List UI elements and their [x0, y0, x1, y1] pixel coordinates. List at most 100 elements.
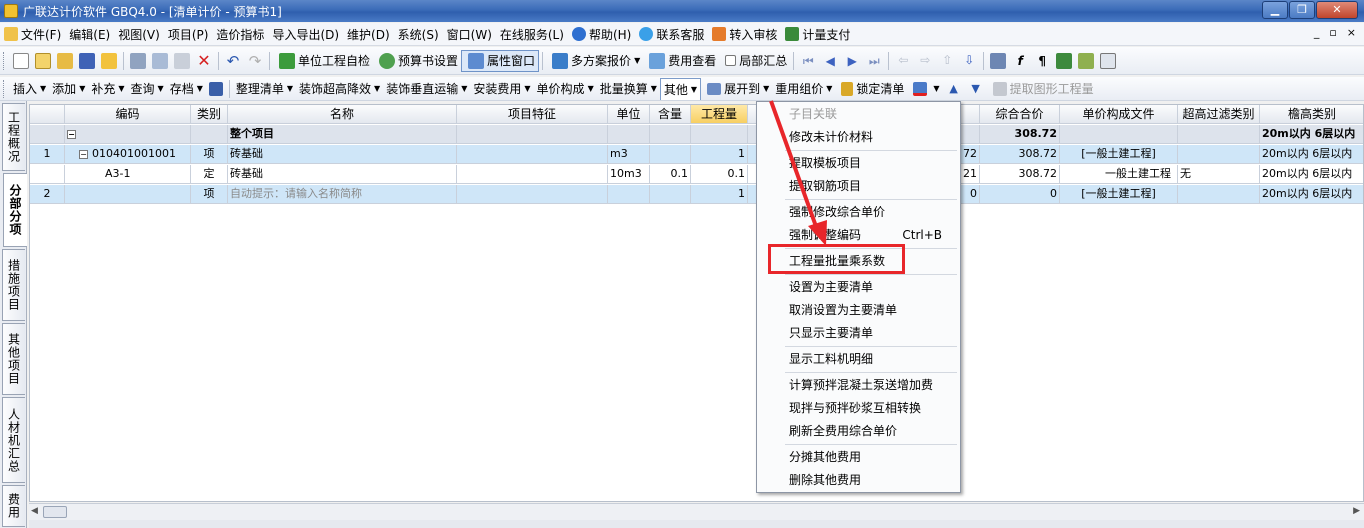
header-type[interactable]: 类别	[191, 105, 228, 124]
menu-item-extract-template[interactable]: 提取模板项目	[757, 152, 960, 175]
menu-system[interactable]: 系统(S)	[394, 24, 443, 45]
arrow-down-icon[interactable]: ▼	[968, 81, 984, 97]
unit-cell[interactable]	[608, 125, 650, 144]
unit-file-cell[interactable]	[1060, 125, 1178, 144]
menu-item-sub-link[interactable]: 子目关联	[757, 103, 960, 126]
unit-file-cell[interactable]: [一般土建工程]	[1060, 145, 1178, 164]
menu-audit[interactable]: 转入审核	[708, 24, 781, 45]
menu-project[interactable]: 项目(P)	[164, 24, 213, 45]
name-cell[interactable]: 砖基础	[228, 145, 457, 164]
header-unit[interactable]: 单位	[608, 105, 650, 124]
paint-button[interactable]: ▼	[907, 78, 942, 100]
filter-cell[interactable]: 无	[1178, 165, 1260, 184]
move-left-icon[interactable]: ⇦	[895, 53, 911, 69]
header-feature[interactable]: 项目特征	[457, 105, 608, 124]
unit-price-button[interactable]: 单价构成 ▼	[534, 78, 597, 100]
feature-cell[interactable]	[457, 145, 608, 164]
toolbar-grip[interactable]	[3, 79, 6, 98]
eave-cell[interactable]: 20m以内 6层以内	[1260, 145, 1363, 164]
first-icon[interactable]: ⏮	[800, 53, 816, 69]
last-icon[interactable]: ⏭	[866, 53, 882, 69]
menu-view[interactable]: 视图(V)	[114, 24, 164, 45]
budget-settings-button[interactable]: 预算书设置	[373, 50, 461, 72]
menu-item-set-main[interactable]: 设置为主要清单	[757, 276, 960, 299]
menu-item-refresh-full-price[interactable]: 刷新全费用综合单价	[757, 420, 960, 443]
mdi-restore-button[interactable]: ▫	[1329, 26, 1336, 39]
unit-cell[interactable]: m3	[608, 145, 650, 164]
tab-measures[interactable]: 措施项目	[2, 249, 25, 321]
formula-icon[interactable]: f	[1012, 53, 1028, 69]
header-unit-file[interactable]: 单价构成文件	[1060, 105, 1178, 124]
restore-button[interactable]: ❐	[1289, 1, 1315, 19]
content-cell[interactable]: 0.1	[650, 165, 691, 184]
menu-item-delete-other[interactable]: 删除其他费用	[757, 469, 960, 492]
filter-cell[interactable]	[1178, 185, 1260, 204]
menu-edit[interactable]: 编辑(E)	[65, 24, 114, 45]
menu-item-unset-main[interactable]: 取消设置为主要清单	[757, 299, 960, 322]
close-button[interactable]: ✕	[1316, 1, 1358, 19]
menu-import-export[interactable]: 导入导出(D)	[268, 24, 343, 45]
database-icon[interactable]	[1056, 52, 1073, 69]
menu-window[interactable]: 窗口(W)	[443, 24, 496, 45]
eave-cell[interactable]: 20m以内 6层以内	[1260, 165, 1363, 184]
paragraph-icon[interactable]: ¶	[1034, 53, 1050, 69]
minimize-button[interactable]: ▁	[1262, 1, 1288, 19]
tab-overview[interactable]: 工程概况	[2, 103, 25, 171]
mdi-minimize-button[interactable]: _	[1314, 26, 1320, 39]
quantity-cell[interactable]	[691, 125, 748, 144]
report-icon[interactable]	[1100, 52, 1117, 69]
menu-payment[interactable]: 计量支付	[781, 24, 854, 45]
deco-vertical-button[interactable]: 装饰垂直运输 ▼	[383, 78, 470, 100]
eave-cell[interactable]: 20m以内 6层以内	[1260, 185, 1363, 204]
header-code[interactable]: 编码	[65, 105, 191, 124]
unit-cell[interactable]: 10m3	[608, 165, 650, 184]
name-cell[interactable]: 整个项目	[228, 125, 457, 144]
move-up-icon[interactable]: ⇧	[939, 53, 955, 69]
query-button[interactable]: 查询 ▼	[128, 78, 167, 100]
menu-item-show-main-only[interactable]: 只显示主要清单	[757, 322, 960, 345]
menu-item-force-unit-price[interactable]: 强制修改综合单价	[757, 201, 960, 224]
deco-height-button[interactable]: 装饰超高降效 ▼	[296, 78, 383, 100]
next-icon[interactable]: ▶	[844, 53, 860, 69]
copy-icon[interactable]	[152, 52, 168, 69]
binoculars-icon[interactable]	[208, 81, 223, 96]
menu-item-mortar-convert[interactable]: 现拌与预拌砂浆互相转换	[757, 397, 960, 420]
new-template-icon[interactable]	[35, 52, 51, 69]
move-down-icon[interactable]: ⇩	[961, 53, 977, 69]
header-total[interactable]: 综合合价	[980, 105, 1060, 124]
menu-cost-index[interactable]: 造价指标	[212, 24, 268, 45]
menu-online[interactable]: 在线服务(L)	[496, 24, 568, 45]
eave-cell[interactable]: 20m以内 6层以内	[1260, 125, 1363, 144]
header-name[interactable]: 名称	[228, 105, 457, 124]
collapse-icon[interactable]: −	[67, 129, 76, 139]
tab-labor-material[interactable]: 人材机汇总	[2, 397, 25, 483]
lock-list-button[interactable]: 锁定清单	[835, 78, 907, 100]
filter-cell[interactable]	[1178, 145, 1260, 164]
name-cell[interactable]: 自动提示：请输入名称简称	[228, 185, 457, 204]
scroll-left-icon[interactable]: ◀	[31, 506, 38, 516]
feature-cell[interactable]	[457, 185, 608, 204]
local-summary-checkbox[interactable]: 局部汇总	[719, 50, 790, 72]
menu-item-extract-rebar[interactable]: 提取钢筋项目	[757, 175, 960, 198]
collapse-icon[interactable]: −	[79, 149, 88, 159]
self-check-button[interactable]: 单位工程自检	[273, 50, 373, 72]
quantity-cell[interactable]: 1	[691, 185, 748, 204]
header-content[interactable]: 含量	[650, 105, 691, 124]
unit-file-cell[interactable]: [一般土建工程]	[1060, 185, 1178, 204]
new-icon[interactable]	[13, 52, 29, 69]
menu-maintain[interactable]: 维护(D)	[343, 24, 394, 45]
reuse-pricing-button[interactable]: 重用组价 ▼	[772, 78, 835, 100]
menu-file[interactable]: 文件(F)	[0, 24, 65, 45]
paste-icon[interactable]	[174, 52, 190, 69]
menu-service[interactable]: 联系客服	[635, 24, 708, 45]
feature-cell[interactable]	[457, 165, 608, 184]
unit-cell[interactable]	[608, 185, 650, 204]
insert-button[interactable]: 插入 ▼	[10, 78, 49, 100]
other-button[interactable]: 其他 ▼	[659, 77, 702, 100]
feature-cell[interactable]	[457, 125, 608, 144]
prev-icon[interactable]: ◀	[822, 53, 838, 69]
add-button[interactable]: 添加 ▼	[49, 78, 88, 100]
horizontal-scrollbar[interactable]: ◀ ▶	[29, 503, 1364, 520]
delete-icon[interactable]: ✕	[196, 52, 212, 69]
arrow-up-icon[interactable]: ▲	[946, 81, 962, 97]
